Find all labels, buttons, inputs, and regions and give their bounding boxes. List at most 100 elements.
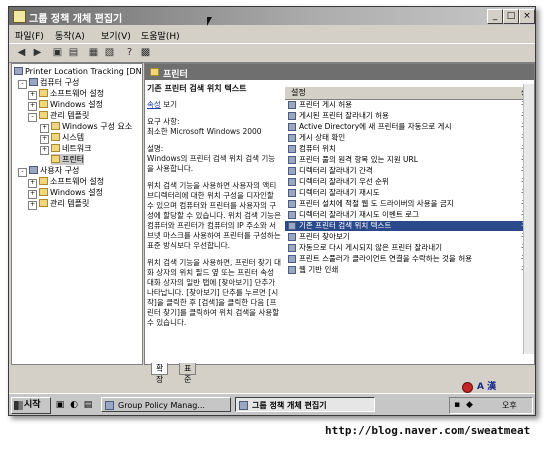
tab-standard[interactable]: 표준 [179,363,197,384]
up-folder-icon[interactable]: ▣ [51,46,64,59]
menu-view[interactable]: 보기(V) [101,29,131,42]
tree-item-user-windows-settings[interactable]: + Windows 설정 [28,187,103,199]
setting-icon [288,211,296,219]
tree-item-user-admin-templates[interactable]: + 관리 템플릿 [28,198,89,210]
export-icon[interactable]: ▧ [103,46,116,59]
folder-icon [39,188,48,196]
back-icon[interactable]: ◀ [15,46,28,59]
setting-icon [288,178,296,186]
tree-pane: Printer Location Tracking [DN - 컴퓨터 구성 + 소… [11,63,143,365]
folder-icon [39,199,48,207]
list-row-selected[interactable]: 기존 프린터 검색 위치 텍스트구성 [285,221,534,231]
explain: 설명: Windows의 프린터 검색 위치 검색 기능을 사용합니다. [147,144,281,174]
quicklaunch-browser-icon[interactable]: ◐ [69,400,79,410]
toolbar: ◀ ▶ ▣ ▤ ▦ ▧ ? ▩ [9,43,535,63]
show-tree-icon[interactable]: ▤ [67,46,80,59]
taskbar-item-gpmc[interactable]: Group Policy Manag... [101,397,231,412]
list-row[interactable]: 디렉터리 잘라내기 우선 순위구성 [285,177,534,187]
tray-clock[interactable]: 오후 [502,398,517,413]
setting-icon [288,134,296,142]
setting-icon [288,255,296,263]
folder-icon [51,122,60,130]
menu-bar: 파일(F) 동작(A) 보기(V) 도움말(H) [9,26,535,42]
folder-icon [39,100,48,108]
folder-icon [39,111,48,119]
list-row[interactable]: 웹 기반 인쇄구성 [285,265,534,275]
mouse-cursor-icon [207,17,212,26]
title-bar[interactable]: 그룹 정책 개체 편집기 _ □ × [9,7,535,25]
explain-paragraph-2: 위치 검색 기능을 사용하면, 프린터 찾기 대화 상자의 위치 필드 옆 또는… [147,258,281,327]
help-icon[interactable]: ? [123,46,136,59]
system-tray: ▪ ◆ 오후 [449,397,533,414]
list-row[interactable]: 프린터 설치에 적절 웹 도 드라이버의 사용을 금지구성 [285,199,534,209]
list-scrollbar[interactable] [523,84,534,354]
requirements-value: 최소한 Microsoft Windows 2000 [147,127,262,136]
policy-icon [14,67,23,75]
forward-icon[interactable]: ▶ [31,46,44,59]
collapse-icon[interactable]: - [18,80,27,89]
column-setting[interactable]: 설정 [291,87,306,99]
expand-icon[interactable]: + [28,201,37,210]
tree-item-printers[interactable]: 프린터 [51,154,85,165]
list-row[interactable]: 디렉터리 잘라내기 재시도 이벤트 로그구성 [285,210,534,220]
window-title: 그룹 정책 개체 편집기 [29,14,123,25]
quicklaunch-desktop-icon[interactable]: ▣ [55,400,65,410]
properties-icon[interactable]: ▦ [87,46,100,59]
list-row[interactable]: 게시된 프린터 잘라내기 허용구성 [285,111,534,121]
list-row[interactable]: 프린터 찾아보기구성 [285,232,534,242]
description-panel: 기존 프린터 검색 위치 텍스트 속성 보기 요구 사항: 최소한 Microso… [147,84,281,356]
setting-icon [288,112,296,120]
tree-item-admin-templates[interactable]: - 관리 템플릿 [28,110,89,122]
list-row[interactable]: 디렉터리 잘라내기 간격구성 [285,166,534,176]
list-row[interactable]: Active Directory에 새 프린터를 자동으로 게시구성 [285,122,534,132]
menu-help[interactable]: 도움말(H) [141,29,180,42]
setting-icon [288,266,296,274]
tray-volume-icon[interactable]: ◆ [466,398,473,413]
expand-icon[interactable]: + [40,146,49,155]
blog-watermark: http://blog.naver.com/sweatmeat [325,424,531,437]
app-window: 그룹 정책 개체 편집기 _ □ × 파일(F) 동작(A) 보기(V) 도움말… [8,6,536,416]
explain-short: Windows의 프린터 검색 위치 검색 기능을 사용합니다. [147,154,276,173]
list-row[interactable]: 컴퓨터 위치구성 [285,144,534,154]
folder-icon [150,68,159,76]
close-button[interactable]: × [519,9,535,24]
ime-status-icon[interactable] [462,382,473,393]
setting-icon [288,200,296,208]
properties-suffix: 보기 [160,100,177,109]
taskbar-item-gpo-editor[interactable]: 그룹 정책 개체 편집기 [235,397,375,412]
taskbar: 시작 ▣ ◐ ▤ Group Policy Manag... 그룹 정책 개체 … [9,393,535,415]
minimize-button[interactable]: _ [487,9,503,24]
tree-item-user-config[interactable]: - 사용자 구성 [18,165,79,177]
tray-network-icon[interactable]: ▪ [454,398,460,413]
setting-icon [288,101,296,109]
tab-extended[interactable]: 확장 [151,363,169,384]
tree-item-computer-config[interactable]: - 컴퓨터 구성 [18,77,79,89]
collapse-icon[interactable]: - [18,168,27,177]
console-icon[interactable]: ▩ [139,46,152,59]
explain-paragraph-1: 위치 검색 기능을 사용하면 사용자의 액티브디렉터리에 대한 위치 구성을 디… [147,181,281,250]
tree-item-software-settings[interactable]: + 소프트웨어 설정 [28,88,104,100]
folder-icon [39,89,48,97]
collapse-icon[interactable]: - [28,113,37,122]
tree-item-windows-components[interactable]: + Windows 구성 요소 [40,121,132,133]
list-row[interactable]: 프린터 풀의 원격 항목 있는 지원 URL구성 [285,155,534,165]
properties-link[interactable]: 속성 [147,100,161,109]
list-row[interactable]: 자동으로 다시 게시되지 않은 프린터 잘라내기구성 [285,243,534,253]
menu-file[interactable]: 파일(F) [15,29,44,42]
start-button[interactable]: 시작 [11,397,51,414]
requirements-label: 요구 사항: [147,117,180,126]
tree-item-windows-settings[interactable]: + Windows 설정 [28,99,103,111]
tree-item-network[interactable]: + 네트워크 [40,143,91,155]
quicklaunch-folder-icon[interactable]: ▤ [83,400,93,410]
list-row[interactable]: 프린트 스풀러가 클라이언트 연결을 수락하는 것을 허용구성 [285,254,534,264]
list-row[interactable]: 게시 상태 확인구성 [285,133,534,143]
list-row[interactable]: 디렉터리 잘라내기 재시도구성 [285,188,534,198]
setting-icon [288,244,296,252]
tree-item-system[interactable]: + 시스템 [40,132,84,144]
tree-item-root[interactable]: Printer Location Tracking [DN [14,66,142,77]
tree-item-user-software-settings[interactable]: + 소프트웨어 설정 [28,176,104,188]
maximize-button[interactable]: □ [503,9,519,24]
menu-action[interactable]: 동작(A) [55,29,85,42]
ime-indicator[interactable]: A 漢 [477,379,496,392]
list-row[interactable]: 프린터 게시 허용구성 [285,100,534,110]
